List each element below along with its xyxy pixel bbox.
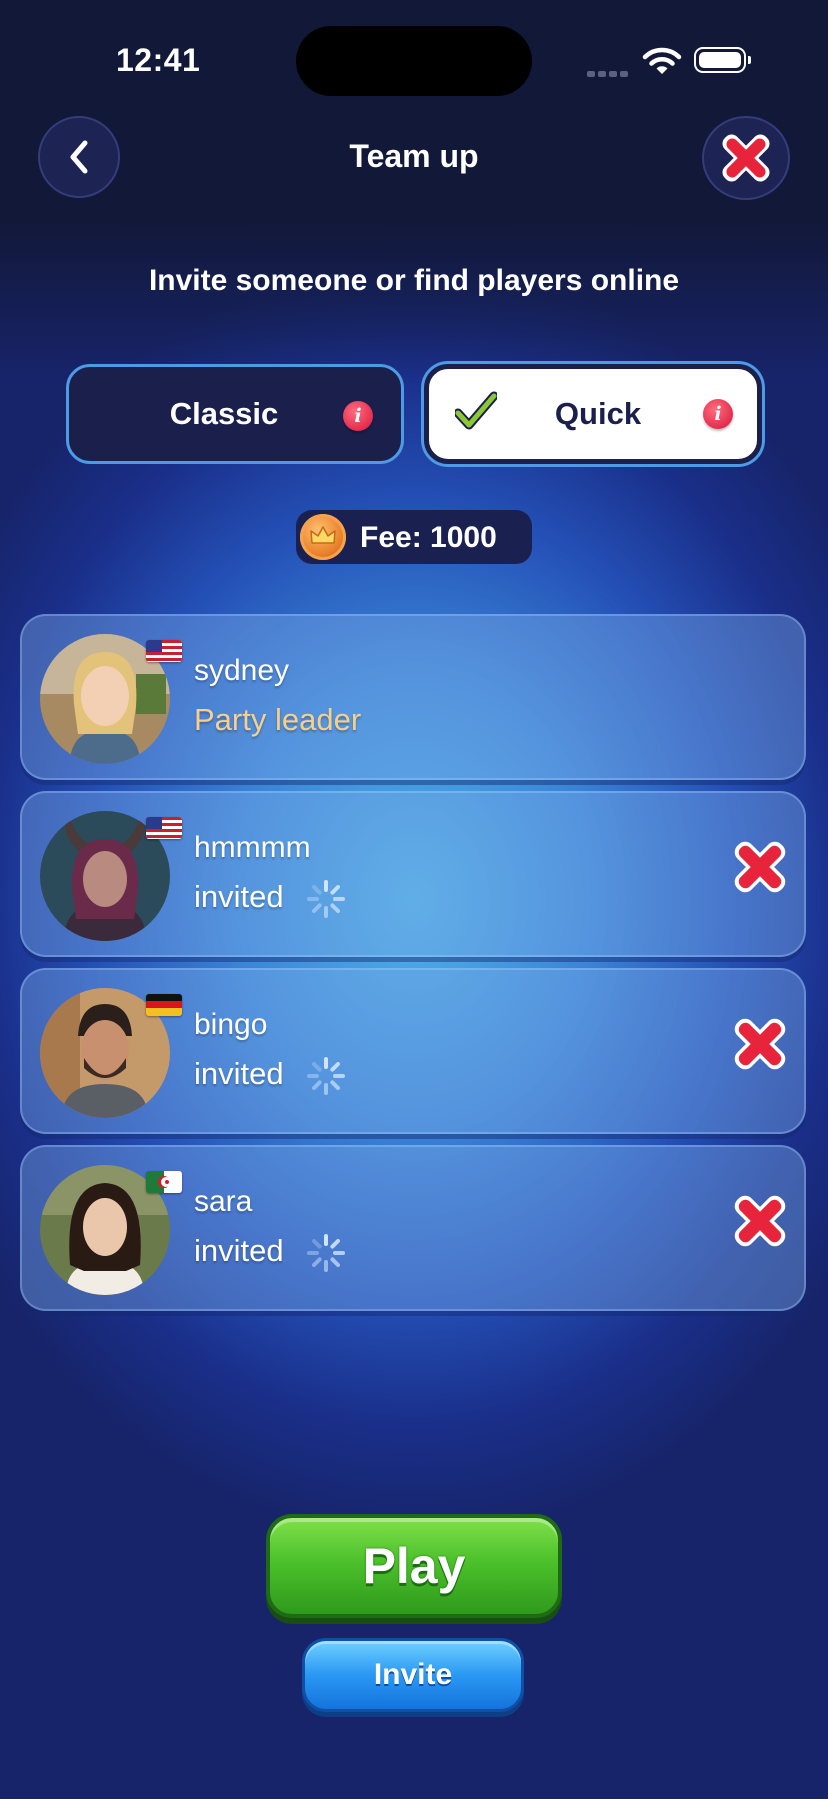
mode-quick-label: Quick <box>554 396 642 431</box>
play-button[interactable]: Play <box>266 1514 562 1618</box>
player-status: Party leader <box>194 702 362 737</box>
player-card-sydney: sydney Party leader <box>20 614 806 780</box>
remove-player-button[interactable] <box>728 835 792 899</box>
background-fade <box>0 218 828 378</box>
player-name: sydney <box>194 654 290 687</box>
player-status: invited <box>194 879 284 914</box>
close-icon <box>722 134 770 182</box>
invite-button[interactable]: Invite <box>302 1638 524 1712</box>
remove-player-button[interactable] <box>728 1189 792 1253</box>
remove-player-button[interactable] <box>728 1012 792 1076</box>
player-card-sara: sara invited <box>20 1145 806 1311</box>
info-icon[interactable]: i <box>703 399 733 429</box>
loading-spinner-icon <box>307 1057 345 1095</box>
de-flag-icon <box>146 994 182 1016</box>
info-icon[interactable]: i <box>343 401 373 431</box>
player-status: invited <box>194 1233 284 1268</box>
us-flag-icon <box>146 640 182 662</box>
player-status: invited <box>194 1056 284 1091</box>
player-card-bingo: bingo invited <box>20 968 806 1134</box>
mode-quick-button[interactable]: Quick i <box>424 364 762 464</box>
cellular-signal-icon <box>587 64 631 82</box>
battery-icon <box>694 47 751 73</box>
subtitle: Invite someone or find players online <box>148 264 680 297</box>
dynamic-island <box>296 26 532 96</box>
player-name: hmmmm <box>194 831 311 864</box>
wifi-icon <box>642 47 682 74</box>
coin-crown-icon <box>300 514 346 560</box>
us-flag-icon <box>146 817 182 839</box>
player-name: sara <box>194 1185 253 1218</box>
close-button[interactable] <box>702 116 790 200</box>
loading-spinner-icon <box>307 880 345 918</box>
player-name: bingo <box>194 1008 268 1041</box>
mode-classic-button[interactable]: Classic i <box>66 364 404 464</box>
player-card-hmmmm: hmmmm invited <box>20 791 806 957</box>
checkmark-icon <box>455 391 497 430</box>
loading-spinner-icon <box>307 1234 345 1272</box>
status-time: 12:41 <box>116 42 201 78</box>
invite-label: Invite <box>373 1658 453 1691</box>
mode-classic-label: Classic <box>169 396 279 431</box>
fee-badge: Fee: 1000 <box>296 510 532 564</box>
play-label: Play <box>362 1538 466 1594</box>
dz-flag-icon <box>146 1171 182 1193</box>
fee-text: Fee: 1000 <box>360 521 497 554</box>
